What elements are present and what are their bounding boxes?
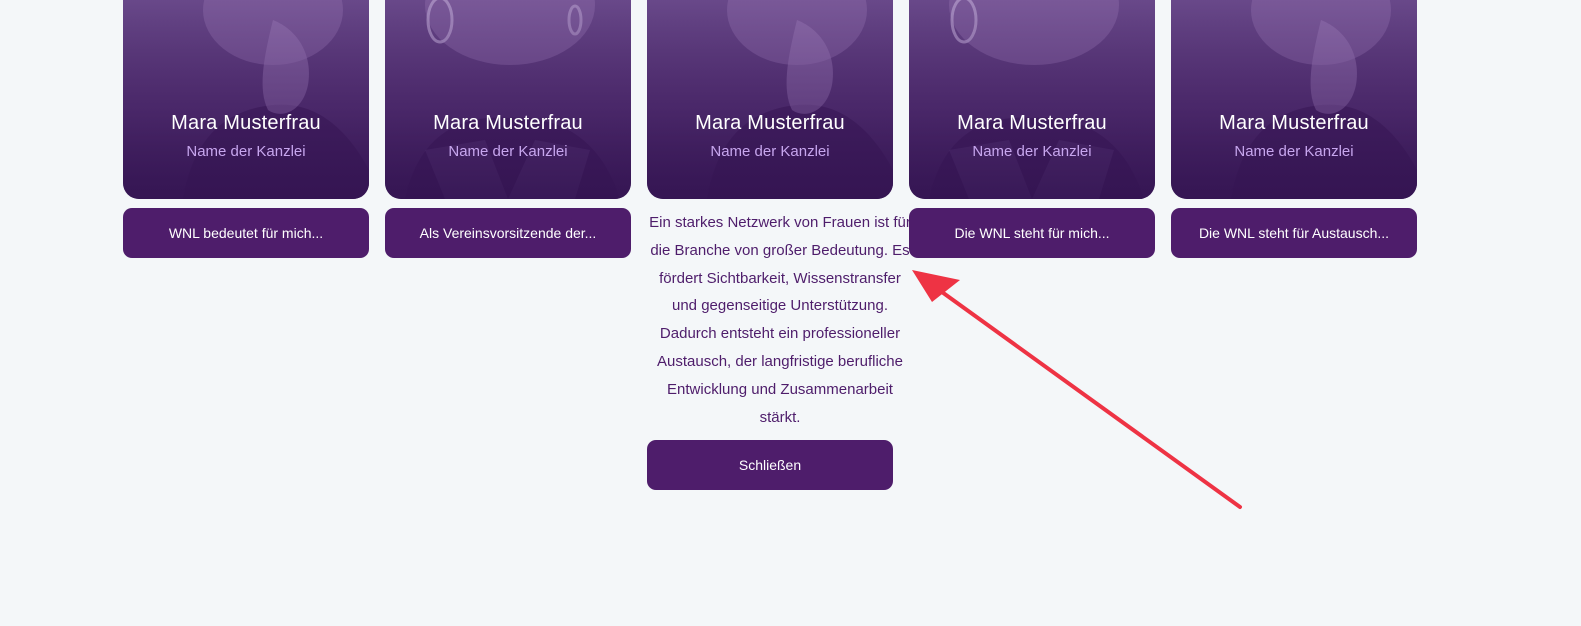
profile-photo: Mara Musterfrau Name der Kanzlei [647, 0, 893, 199]
close-button[interactable]: Schließen [647, 440, 893, 490]
profile-firm: Name der Kanzlei [1234, 143, 1354, 160]
profile-name: Mara Musterfrau [171, 112, 321, 134]
profile-firm: Name der Kanzlei [448, 143, 568, 160]
profile-firm: Name der Kanzlei [186, 143, 306, 160]
photo-overlay [909, 0, 1155, 199]
photo-overlay [1171, 0, 1417, 199]
read-more-button[interactable]: Die WNL steht für mich... [909, 208, 1155, 258]
profile-photo: Mara Musterfrau Name der Kanzlei [385, 0, 631, 199]
profile-name: Mara Musterfrau [695, 112, 845, 134]
profile-firm: Name der Kanzlei [710, 143, 830, 160]
profile-card-5: Mara Musterfrau Name der Kanzlei Die WNL… [1171, 0, 1417, 258]
profile-card-4: Mara Musterfrau Name der Kanzlei Die WNL… [909, 0, 1155, 258]
profile-name: Mara Musterfrau [433, 112, 583, 134]
photo-overlay [385, 0, 631, 199]
read-more-button[interactable]: Als Vereinsvorsitzende der... [385, 208, 631, 258]
profile-photo: Mara Musterfrau Name der Kanzlei [909, 0, 1155, 199]
testimonial-grid: Mara Musterfrau Name der Kanzlei WNL bed… [0, 0, 1581, 626]
profile-photo: Mara Musterfrau Name der Kanzlei [123, 0, 369, 199]
profile-card-2: Mara Musterfrau Name der Kanzlei Als Ver… [385, 0, 631, 258]
profile-name: Mara Musterfrau [1219, 112, 1369, 134]
profile-name: Mara Musterfrau [957, 112, 1107, 134]
profile-card-1: Mara Musterfrau Name der Kanzlei WNL bed… [123, 0, 369, 258]
read-more-button[interactable]: Die WNL steht für Austausch... [1171, 208, 1417, 258]
photo-overlay [123, 0, 369, 199]
profile-firm: Name der Kanzlei [972, 143, 1092, 160]
profile-card-3: Mara Musterfrau Name der Kanzlei [647, 0, 893, 199]
profile-photo: Mara Musterfrau Name der Kanzlei [1171, 0, 1417, 199]
testimonial-text: Ein starkes Netzwerk von Frauen ist für … [649, 214, 911, 426]
read-more-button[interactable]: WNL bedeutet für mich... [123, 208, 369, 258]
photo-overlay [647, 0, 893, 199]
